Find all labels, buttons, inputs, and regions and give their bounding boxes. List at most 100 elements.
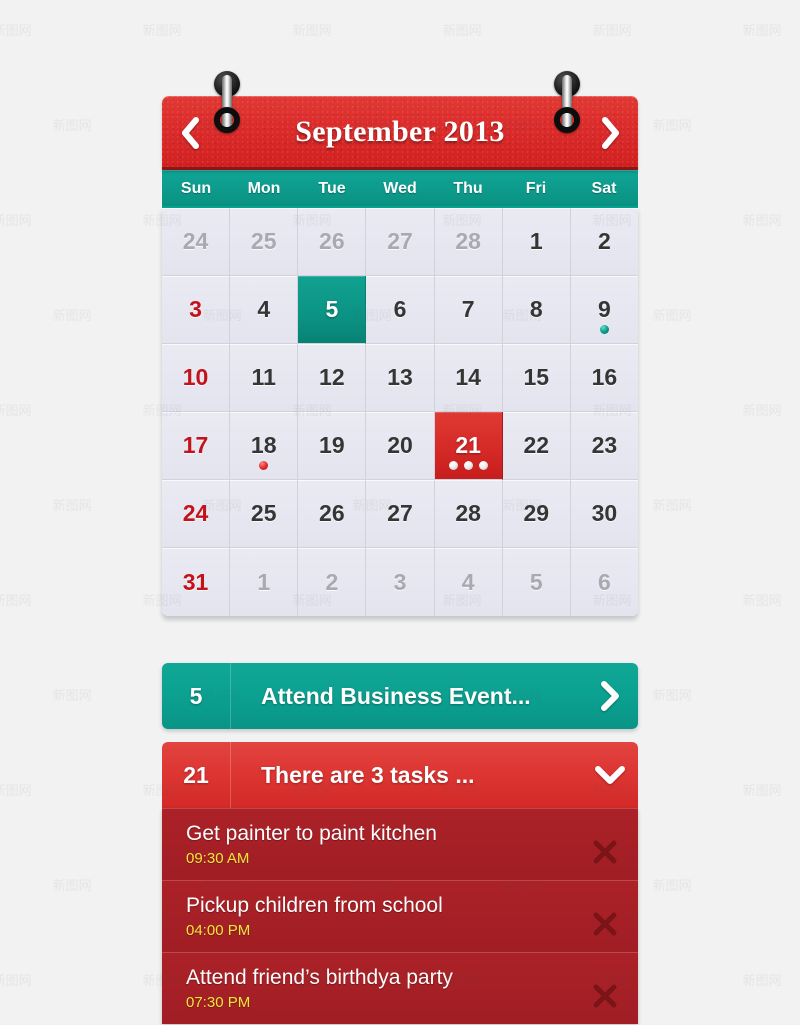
event-bar-tasks[interactable]: 21 There are 3 tasks ... bbox=[162, 742, 638, 808]
day-cell[interactable]: 6 bbox=[366, 276, 435, 344]
event-collapse-button[interactable] bbox=[582, 742, 638, 808]
day-cell[interactable]: 3 bbox=[162, 276, 231, 344]
watermark-text: 新图网 bbox=[292, 24, 332, 39]
next-month-button[interactable] bbox=[584, 116, 638, 150]
day-number: 22 bbox=[523, 432, 550, 458]
day-cell[interactable]: 24 bbox=[162, 480, 231, 548]
day-number: 6 bbox=[598, 568, 611, 595]
event-bar-business[interactable]: 5 Attend Business Event... bbox=[162, 663, 638, 729]
day-cell[interactable]: 20 bbox=[366, 412, 435, 480]
watermark-text: 新图网 bbox=[0, 594, 32, 609]
ring-grommet-lower-icon bbox=[214, 107, 240, 133]
day-cell[interactable]: 24 bbox=[162, 208, 231, 276]
day-cell[interactable]: 5 bbox=[502, 548, 571, 616]
task-text-group: Pickup children from school 04:00 PM bbox=[162, 894, 572, 939]
day-number: 18 bbox=[250, 432, 277, 458]
weekday-label-wed: Wed bbox=[383, 180, 417, 197]
day-cell[interactable]: 9 bbox=[570, 276, 638, 344]
day-cell[interactable]: 6 bbox=[570, 548, 638, 616]
day-number: 25 bbox=[250, 228, 277, 254]
day-number: 10 bbox=[182, 364, 209, 390]
week-row: 31 1 2 3 4 5 6 bbox=[162, 548, 638, 616]
day-cell[interactable]: 8 bbox=[502, 276, 571, 344]
day-cell[interactable]: 28 bbox=[434, 208, 503, 276]
task-time: 07:30 PM bbox=[186, 994, 251, 1012]
event-day-number: 5 bbox=[189, 682, 203, 709]
day-cell[interactable]: 27 bbox=[366, 208, 435, 276]
watermark-text: 新图网 bbox=[742, 784, 782, 799]
day-number: 26 bbox=[319, 500, 345, 526]
task-delete-button[interactable] bbox=[572, 897, 638, 937]
day-number: 24 bbox=[182, 500, 209, 526]
day-cell[interactable]: 23 bbox=[570, 412, 638, 480]
task-row[interactable]: Pickup children from school 04:00 PM bbox=[162, 880, 638, 952]
task-delete-button[interactable] bbox=[572, 825, 638, 865]
day-cell[interactable]: 22 bbox=[502, 412, 571, 480]
task-time: 04:00 PM bbox=[186, 922, 251, 940]
day-cell[interactable]: 12 bbox=[298, 344, 367, 412]
day-cell[interactable]: 7 bbox=[434, 276, 503, 344]
day-cell[interactable]: 3 bbox=[366, 548, 435, 616]
watermark-text: 新图网 bbox=[742, 404, 782, 419]
prev-month-button[interactable] bbox=[162, 116, 216, 150]
day-cell[interactable]: 4 bbox=[230, 276, 299, 344]
day-cell[interactable]: 16 bbox=[570, 344, 638, 412]
day-cell[interactable]: 10 bbox=[162, 344, 231, 412]
day-cell[interactable]: 21 bbox=[434, 412, 503, 480]
task-delete-button[interactable] bbox=[572, 969, 638, 1009]
event-dot-icon bbox=[463, 461, 473, 470]
day-cell[interactable]: 2 bbox=[570, 208, 638, 276]
day-cell[interactable]: 17 bbox=[162, 412, 231, 480]
day-number: 26 bbox=[319, 228, 345, 254]
event-dot-icon bbox=[259, 461, 269, 470]
day-number: 28 bbox=[455, 228, 481, 254]
task-row[interactable]: Get painter to paint kitchen 09:30 AM bbox=[162, 808, 638, 880]
day-cell[interactable]: 18 bbox=[230, 412, 299, 480]
day-cell[interactable]: 1 bbox=[502, 208, 571, 276]
day-number: 31 bbox=[182, 568, 209, 595]
day-cell[interactable]: 31 bbox=[162, 548, 231, 616]
day-cell[interactable]: 29 bbox=[502, 480, 571, 548]
day-cell[interactable]: 2 bbox=[298, 548, 367, 616]
day-cell[interactable]: 15 bbox=[502, 344, 571, 412]
day-cell[interactable]: 4 bbox=[434, 548, 503, 616]
event-indicator-dots bbox=[435, 461, 502, 470]
weekday-label-sun: Sun bbox=[180, 180, 212, 197]
day-cell[interactable]: 30 bbox=[570, 480, 638, 548]
watermark-text: 新图网 bbox=[0, 24, 32, 39]
watermark-text: 新图网 bbox=[742, 594, 782, 609]
day-cell[interactable]: 28 bbox=[434, 480, 503, 548]
watermark-text: 新图网 bbox=[52, 119, 92, 134]
watermark-text: 新图网 bbox=[652, 499, 692, 514]
day-number: 23 bbox=[591, 432, 618, 458]
day-cell[interactable]: 26 bbox=[298, 480, 367, 548]
task-row[interactable]: Attend friend’s birthdya party 07:30 PM bbox=[162, 952, 638, 1024]
day-cell[interactable]: 11 bbox=[230, 344, 299, 412]
day-cell[interactable]: 25 bbox=[230, 208, 299, 276]
day-cell[interactable]: 13 bbox=[366, 344, 435, 412]
ring-grommet-lower-icon bbox=[554, 107, 580, 133]
day-grid: 24 25 26 27 28 1 2 3 4 5 6 7 8 9 10 11 12 13 14 15 16 17 18 19 2… bbox=[162, 208, 638, 617]
watermark-text: 新图网 bbox=[652, 879, 692, 894]
day-cell[interactable]: 25 bbox=[230, 480, 299, 548]
day-number: 29 bbox=[523, 500, 550, 526]
task-text-group: Get painter to paint kitchen 09:30 AM bbox=[162, 822, 572, 867]
event-title: Attend Business Event... bbox=[261, 682, 531, 709]
day-number: 15 bbox=[523, 364, 550, 390]
day-cell[interactable]: 14 bbox=[434, 344, 503, 412]
day-number: 9 bbox=[598, 296, 611, 322]
close-x-icon bbox=[593, 840, 617, 863]
day-cell[interactable]: 26 bbox=[298, 208, 367, 276]
day-cell[interactable]: 5 bbox=[298, 276, 367, 344]
day-cell[interactable]: 1 bbox=[230, 548, 299, 616]
chevron-right-icon bbox=[602, 117, 619, 149]
day-number: 20 bbox=[387, 432, 413, 458]
chevron-right-icon bbox=[601, 681, 619, 711]
watermark-text: 新图网 bbox=[52, 499, 92, 514]
day-number: 11 bbox=[251, 364, 276, 390]
day-number: 5 bbox=[325, 296, 339, 322]
week-row: 24 25 26 27 28 29 30 bbox=[162, 480, 638, 548]
day-cell[interactable]: 27 bbox=[366, 480, 435, 548]
day-cell[interactable]: 19 bbox=[298, 412, 367, 480]
event-expand-button[interactable] bbox=[582, 663, 638, 729]
